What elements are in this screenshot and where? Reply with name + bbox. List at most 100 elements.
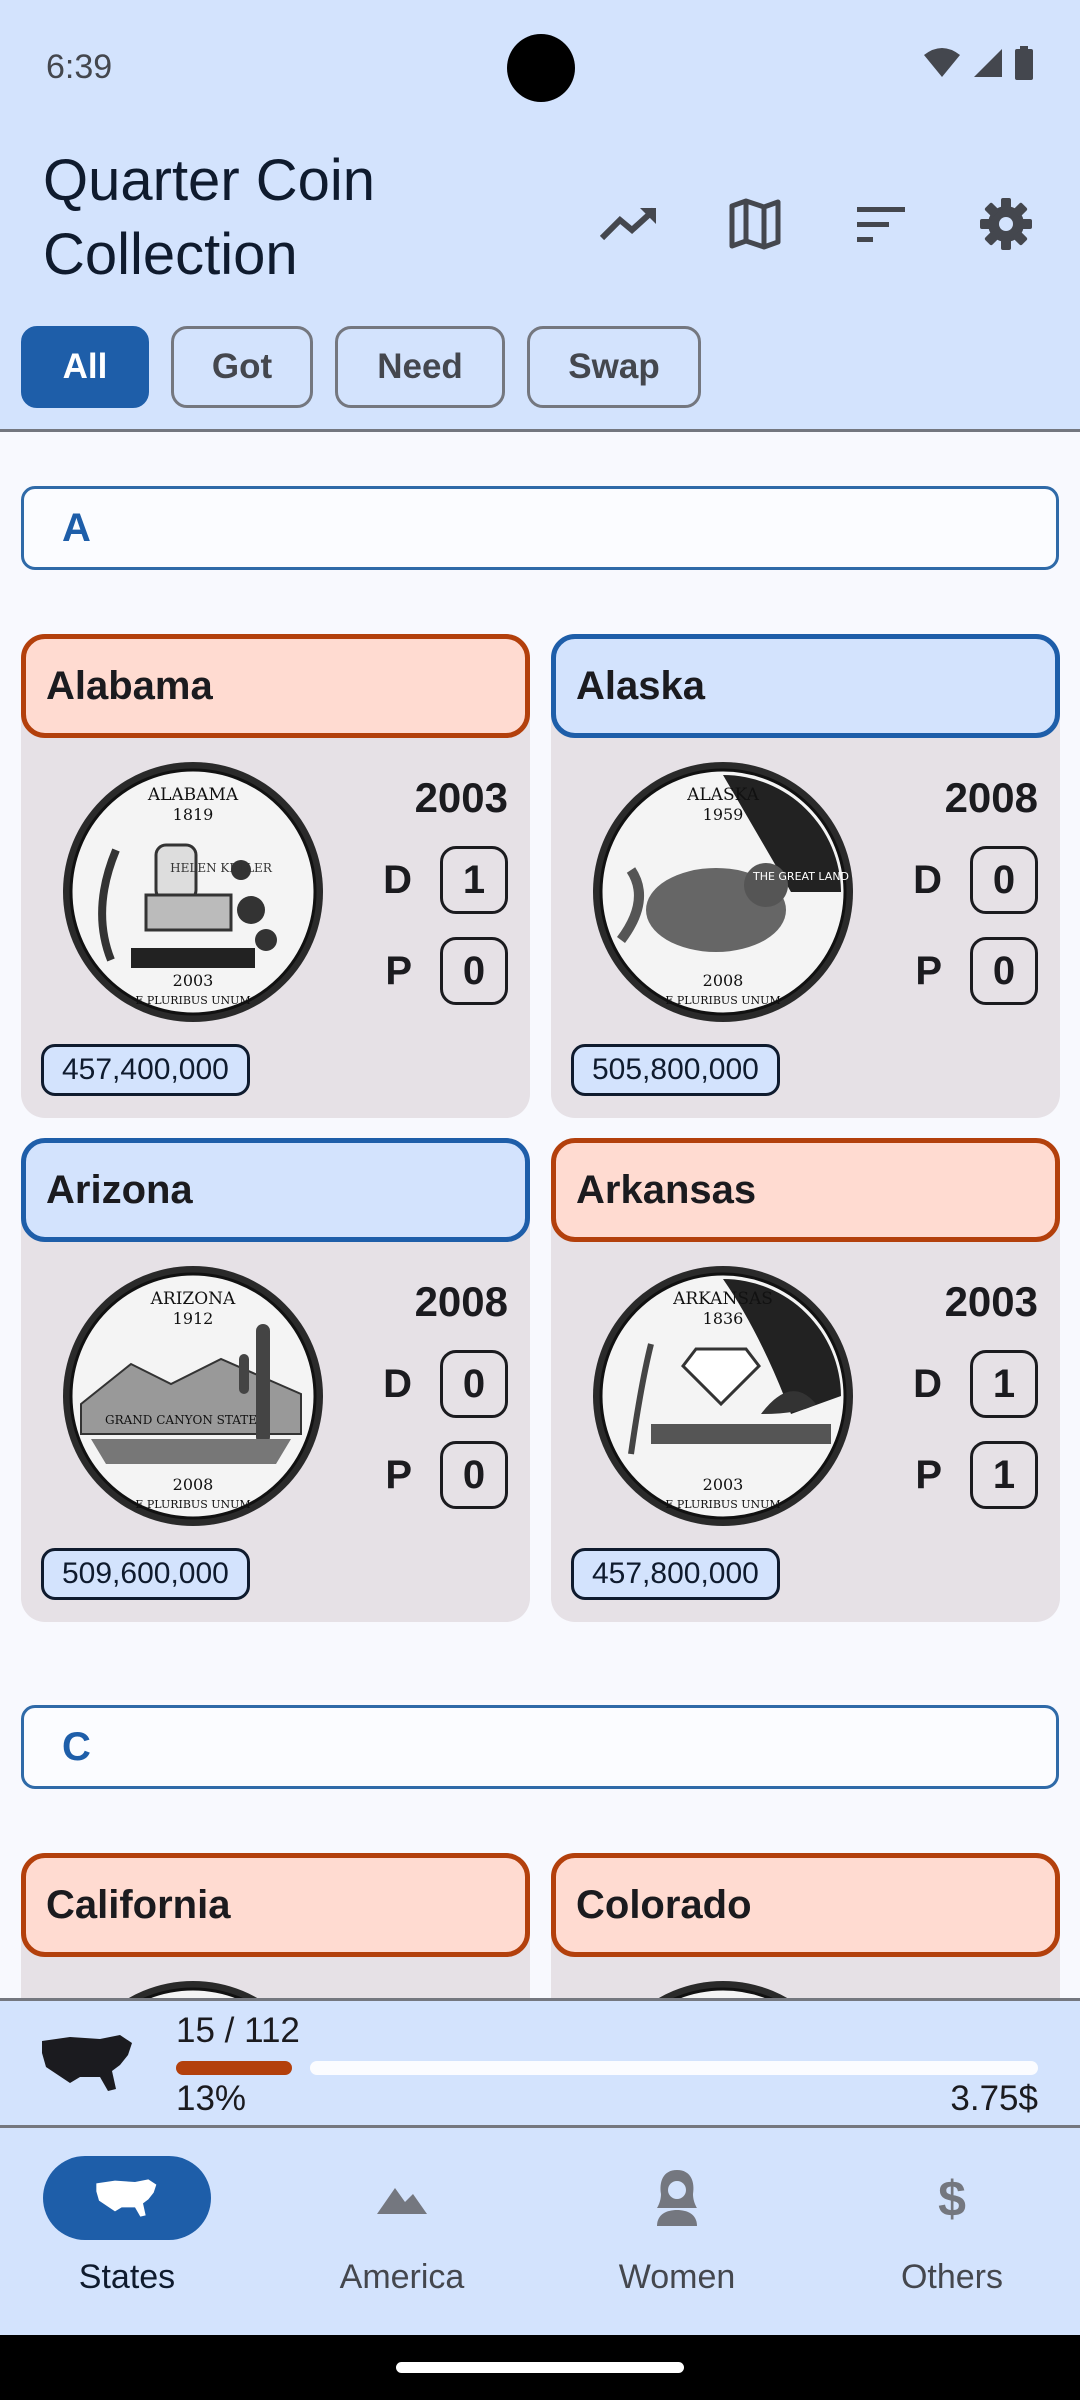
coin-year: 2008 xyxy=(944,774,1038,821)
mint-letter: P xyxy=(385,948,412,993)
collection-progress: 15 / 112 13% 3.75$ xyxy=(0,1998,1080,2125)
trending-up-icon xyxy=(600,207,657,241)
coin-inscription: 1959 xyxy=(703,805,744,824)
denver-count[interactable]: 1 xyxy=(970,1350,1038,1418)
nav-america[interactable]: America xyxy=(275,2128,545,2338)
mint-letter: P xyxy=(915,948,942,993)
alaska-coin-image: ALASKA 1959 THE GREAT LAND 2008 E PLURIB… xyxy=(593,762,853,1022)
us-map-icon xyxy=(42,2035,132,2091)
coin-inscription: E PLURIBUS UNUM xyxy=(665,1498,780,1511)
nav-label: Women xyxy=(618,2258,736,2296)
coin-year: 2003 xyxy=(414,774,508,821)
philadelphia-mint-row: P 0 xyxy=(915,937,1038,1005)
woman-icon xyxy=(657,2170,697,2226)
status-icons xyxy=(922,46,1034,80)
denver-count[interactable]: 0 xyxy=(440,1350,508,1418)
mint-letter: P xyxy=(385,1452,412,1497)
coin-inscription: HELEN KELLER xyxy=(170,861,273,875)
coin-inscription: 2008 xyxy=(173,1475,214,1494)
alabama-coin-image: ALABAMA 1819 HELEN KELLER 2003 E PLURIBU… xyxy=(63,762,323,1022)
collected-count: 15 / 112 xyxy=(176,2011,300,2050)
coin-year: 2003 xyxy=(944,1278,1038,1325)
coin-inscription: ALASKA xyxy=(686,785,760,805)
coin-inscription: 2003 xyxy=(173,971,214,990)
sort-icon xyxy=(857,207,905,242)
coin-card-california[interactable]: California xyxy=(21,1853,530,1999)
stats-button[interactable] xyxy=(593,188,665,260)
top-app-bar: 6:39 Quarter Coin Collection All Got Nee… xyxy=(0,0,1080,432)
coin-name: Arizona xyxy=(21,1138,530,1242)
collected-value: 3.75$ xyxy=(950,2079,1038,2118)
filter-need-chip[interactable]: Need xyxy=(335,326,505,408)
nav-states[interactable]: States xyxy=(0,2128,270,2338)
mountain-icon xyxy=(377,2188,427,2214)
coin-card-alabama[interactable]: Alabama ALABAMA 1819 HELEN KELLER 2003 E… xyxy=(21,634,530,1118)
nav-label: Others xyxy=(900,2258,1004,2296)
denver-mint-row: D 1 xyxy=(383,846,508,914)
philadelphia-mint-row: P 1 xyxy=(915,1441,1038,1509)
coin-name: Alabama xyxy=(21,634,530,738)
nav-women[interactable]: Women xyxy=(550,2128,820,2338)
nav-others[interactable]: $ Others xyxy=(825,2128,1080,2338)
section-header-c: C xyxy=(21,1705,1059,1789)
nav-america-indicator xyxy=(318,2156,486,2240)
signal-icon xyxy=(974,49,1002,77)
coin-card-arizona[interactable]: Arizona ARIZONA 1912 GRAND CANYON STATE … xyxy=(21,1138,530,1622)
section-header-a: A xyxy=(21,486,1059,570)
mintage-badge: 509,600,000 xyxy=(41,1548,250,1600)
coin-card-arkansas[interactable]: Arkansas ARKANSAS 1836 2003 E PLURIBUS U… xyxy=(551,1138,1060,1622)
nav-women-indicator xyxy=(593,2156,761,2240)
filter-swap-chip[interactable]: Swap xyxy=(527,326,701,408)
map-button[interactable] xyxy=(719,188,791,260)
philadelphia-mint-row: P 0 xyxy=(385,937,508,1005)
progress-percent: 13% xyxy=(176,2079,247,2118)
arizona-coin-image: ARIZONA 1912 GRAND CANYON STATE 2008 E P… xyxy=(63,1266,323,1526)
nav-states-indicator xyxy=(43,2156,211,2240)
coin-inscription: 1836 xyxy=(703,1309,744,1328)
nav-others-indicator: $ xyxy=(868,2156,1036,2240)
coin-card-alaska[interactable]: Alaska ALASKA 1959 THE GREAT LAND 2008 E… xyxy=(551,634,1060,1118)
mint-letter: P xyxy=(915,1452,942,1497)
denver-mint-row: D 1 xyxy=(913,1350,1038,1418)
progress-fill xyxy=(176,2061,292,2075)
philadelphia-count[interactable]: 0 xyxy=(970,937,1038,1005)
coin-card-colorado[interactable]: Colorado xyxy=(551,1853,1060,1999)
svg-text:$: $ xyxy=(938,2171,966,2226)
mintage-badge: 505,800,000 xyxy=(571,1044,780,1096)
philadelphia-count[interactable]: 0 xyxy=(440,937,508,1005)
coin-inscription: E PLURIBUS UNUM xyxy=(135,994,250,1007)
us-map-icon xyxy=(96,2179,157,2217)
mint-letter: D xyxy=(383,1361,412,1406)
denver-mint-row: D 0 xyxy=(913,846,1038,914)
denver-count[interactable]: 1 xyxy=(440,846,508,914)
coin-inscription: 2003 xyxy=(703,1475,744,1494)
dollar-icon: $ xyxy=(938,2171,966,2226)
settings-button[interactable] xyxy=(970,188,1042,260)
mintage-badge: 457,800,000 xyxy=(571,1548,780,1600)
nav-label: States xyxy=(78,2258,176,2296)
coin-list[interactable]: A Alabama ALABAMA 1819 HELEN KELLER 2003… xyxy=(0,435,1080,1999)
filter-got-chip[interactable]: Got xyxy=(171,326,313,408)
coin-year: 2008 xyxy=(414,1278,508,1325)
filter-all-chip[interactable]: All xyxy=(21,326,149,408)
coin-inscription: E PLURIBUS UNUM xyxy=(135,1498,250,1511)
philadelphia-count[interactable]: 0 xyxy=(440,1441,508,1509)
mintage-badge: 457,400,000 xyxy=(41,1044,250,1096)
colorado-coin-image xyxy=(657,1981,789,1999)
coin-inscription: ARIZONA xyxy=(150,1289,236,1309)
mint-letter: D xyxy=(383,857,412,902)
sort-button[interactable] xyxy=(845,188,917,260)
denver-mint-row: D 0 xyxy=(383,1350,508,1418)
philadelphia-count[interactable]: 1 xyxy=(970,1441,1038,1509)
coin-inscription: THE GREAT LAND xyxy=(752,870,849,883)
progress-track xyxy=(310,2061,1038,2075)
home-gesture-handle[interactable] xyxy=(396,2362,684,2373)
filter-chips: All Got Need Swap xyxy=(21,326,701,408)
page-title: Quarter Coin Collection xyxy=(43,148,376,287)
denver-count[interactable]: 0 xyxy=(970,846,1038,914)
status-time: 6:39 xyxy=(46,48,113,86)
nav-label: America xyxy=(339,2258,465,2296)
coin-inscription: ALABAMA xyxy=(147,785,239,805)
wifi-icon xyxy=(924,48,960,77)
coin-inscription: ARKANSAS xyxy=(672,1289,773,1309)
